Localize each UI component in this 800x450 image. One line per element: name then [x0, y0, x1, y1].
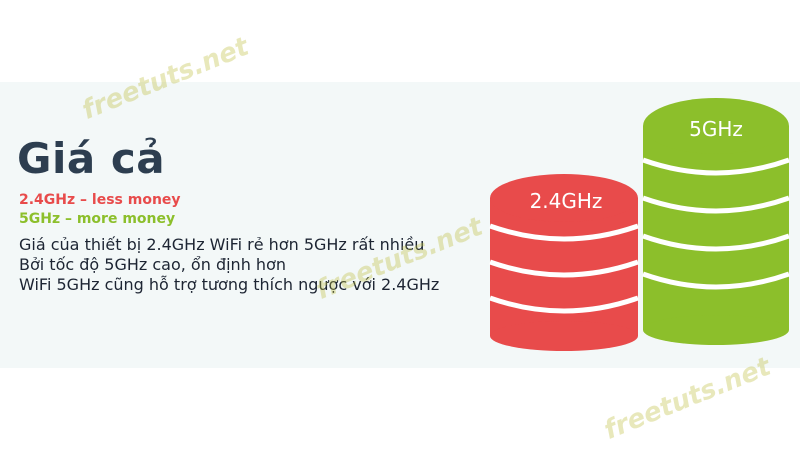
stack-label-2-4ghz: 2.4GHz [530, 189, 603, 213]
database-stacks-illustration: 2.4GHz 5GHz [489, 98, 790, 351]
stack-label-5ghz: 5GHz [689, 117, 743, 141]
